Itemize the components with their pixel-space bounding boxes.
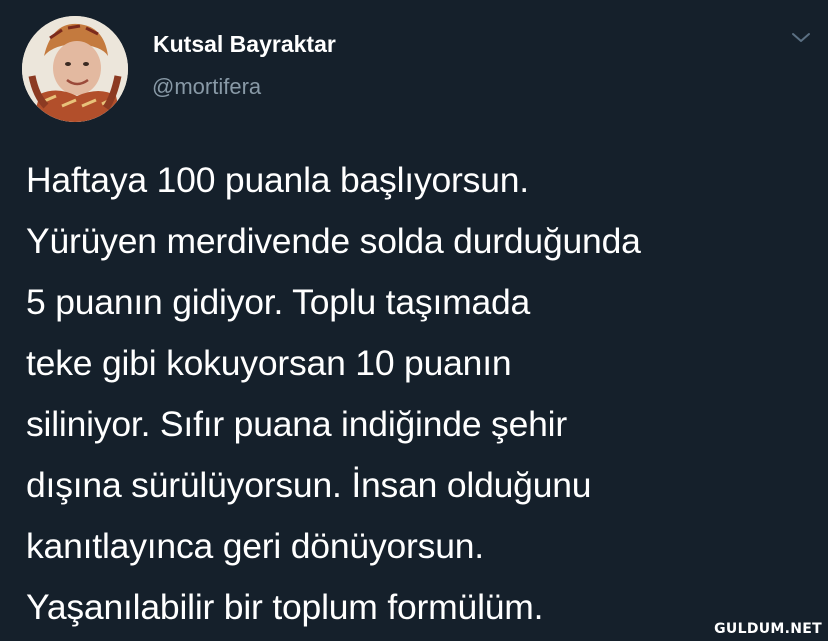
chevron-down-icon[interactable] xyxy=(790,30,812,46)
tweet-line: Haftaya 100 puanla başlıyorsun. xyxy=(26,160,529,200)
display-name[interactable]: Kutsal Bayraktar xyxy=(153,31,336,58)
avatar[interactable] xyxy=(22,16,128,122)
tweet-line: Yaşanılabilir bir toplum formülüm. xyxy=(26,587,544,627)
tweet-line: teke gibi kokuyorsan 10 puanın xyxy=(26,343,512,383)
watermark: GULDUM.NET xyxy=(714,621,822,637)
user-handle[interactable]: @mortifera xyxy=(152,74,261,100)
tweet-card: Kutsal Bayraktar @mortifera Haftaya 100 … xyxy=(0,0,828,641)
tweet-line: 5 puanın gidiyor. Toplu taşımada xyxy=(26,282,531,322)
tweet-line: kanıtlayınca geri dönüyorsun. xyxy=(26,526,484,566)
avatar-image xyxy=(22,16,128,122)
tweet-line: Yürüyen merdivende solda durduğunda xyxy=(26,221,641,261)
tweet-text: Haftaya 100 puanla başlıyorsun. Yürüyen … xyxy=(26,150,816,638)
tweet-line: dışına sürülüyorsun. İnsan olduğunu xyxy=(26,465,592,505)
tweet-line: siliniyor. Sıfır puana indiğinde şehir xyxy=(26,404,567,444)
